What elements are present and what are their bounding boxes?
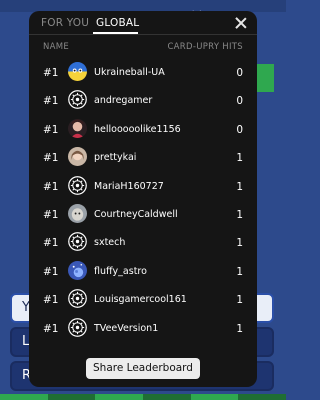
leaderboard-modal: FOR YOU GLOBAL NAME CARD-UPRY HITS #1 Ukr… xyxy=(29,11,257,387)
hits-count: 0 xyxy=(236,67,243,79)
ground-segment xyxy=(238,394,287,400)
username-label: TVeeVersion1 xyxy=(94,322,159,334)
username-label: andregamer xyxy=(94,95,153,107)
user-avatar-icon[interactable] xyxy=(68,289,87,308)
hits-count: 1 xyxy=(236,294,243,307)
user-avatar-icon[interactable] xyxy=(68,260,87,280)
leaderboard-row[interactable]: #1 Louisgamercool161 1 xyxy=(29,286,257,314)
username-label: prettykai xyxy=(94,152,137,164)
username-label: MariaH160727 xyxy=(94,180,164,192)
username-label: fluffy_astro xyxy=(94,265,147,277)
user-avatar-icon[interactable] xyxy=(68,62,87,81)
hits-count: 1 xyxy=(236,152,243,165)
ground-segment xyxy=(0,394,48,400)
hits-count: 1 xyxy=(236,208,243,221)
user-avatar-icon[interactable] xyxy=(68,90,87,110)
rank-label: #1 xyxy=(43,208,59,221)
rank-label: #1 xyxy=(43,152,59,165)
user-avatar-icon[interactable] xyxy=(68,175,87,195)
username-label: Louisgamercool161 xyxy=(94,294,187,306)
user-avatar-icon[interactable] xyxy=(68,147,87,167)
ground-segment xyxy=(95,394,144,400)
tab-for-you[interactable]: FOR YOU xyxy=(41,17,89,29)
ground-segment xyxy=(47,394,96,400)
username-label: Ukraineball-UA xyxy=(94,67,165,78)
hits-count: 1 xyxy=(236,265,243,278)
leaderboard-row[interactable]: #1 prettykai 1 xyxy=(29,144,257,172)
column-header-name: NAME xyxy=(43,42,70,52)
hits-count: 0 xyxy=(236,123,243,136)
user-avatar-icon[interactable] xyxy=(68,317,87,337)
user-avatar-icon[interactable] xyxy=(68,203,87,223)
username-label: sxtech xyxy=(94,237,126,249)
hits-count: 0 xyxy=(236,95,243,108)
leaderboard-row[interactable]: #1 sxtech 1 xyxy=(29,229,257,257)
rank-label: #1 xyxy=(43,265,59,278)
username-label: CourtneyCaldwell xyxy=(94,208,178,220)
hits-count: 1 xyxy=(236,322,243,335)
hits-count: 1 xyxy=(236,180,243,193)
tab-global[interactable]: GLOBAL xyxy=(96,17,139,29)
hits-count: 1 xyxy=(236,237,243,250)
ground-segment xyxy=(143,394,191,400)
share-leaderboard-button[interactable]: Share Leaderboard xyxy=(86,358,200,379)
rank-label: #1 xyxy=(43,322,59,335)
leaderboard-list: #1 Ukraineball-UA 0 #1 andregamer 0 #1 helloooo… xyxy=(29,59,257,343)
background-ground-strip xyxy=(0,394,287,400)
column-headers: NAME CARD-UPRY HITS xyxy=(29,42,257,54)
leaderboard-row[interactable]: #1 TVeeVersion1 1 xyxy=(29,315,257,343)
rank-label: #1 xyxy=(43,123,59,136)
leaderboard-row[interactable]: #1 andregamer 0 xyxy=(29,87,257,115)
leaderboard-row[interactable]: #1 fluffy_astro 1 xyxy=(29,258,257,286)
leaderboard-row[interactable]: #1 MariaH160727 1 xyxy=(29,173,257,201)
rank-label: #1 xyxy=(43,294,59,307)
close-icon[interactable] xyxy=(234,16,248,30)
user-avatar-icon[interactable] xyxy=(68,232,87,252)
user-avatar-icon[interactable] xyxy=(68,118,87,138)
rank-label: #1 xyxy=(43,237,59,250)
leaderboard-row[interactable]: #1 Ukraineball-UA 0 xyxy=(29,59,257,87)
tab-divider xyxy=(29,34,257,35)
leaderboard-tabs: FOR YOU GLOBAL xyxy=(29,11,257,35)
username-label: hellooooolike1156 xyxy=(94,123,181,135)
rank-label: #1 xyxy=(43,95,59,108)
column-header-hits: CARD-UPRY HITS xyxy=(167,42,243,52)
rank-label: #1 xyxy=(43,180,59,193)
leaderboard-row[interactable]: #1 hellooooolike1156 0 xyxy=(29,116,257,144)
rank-label: #1 xyxy=(43,67,59,79)
background-green-tile xyxy=(254,64,274,92)
ground-segment xyxy=(190,394,239,400)
leaderboard-row[interactable]: #1 CourtneyCaldwell 1 xyxy=(29,201,257,229)
